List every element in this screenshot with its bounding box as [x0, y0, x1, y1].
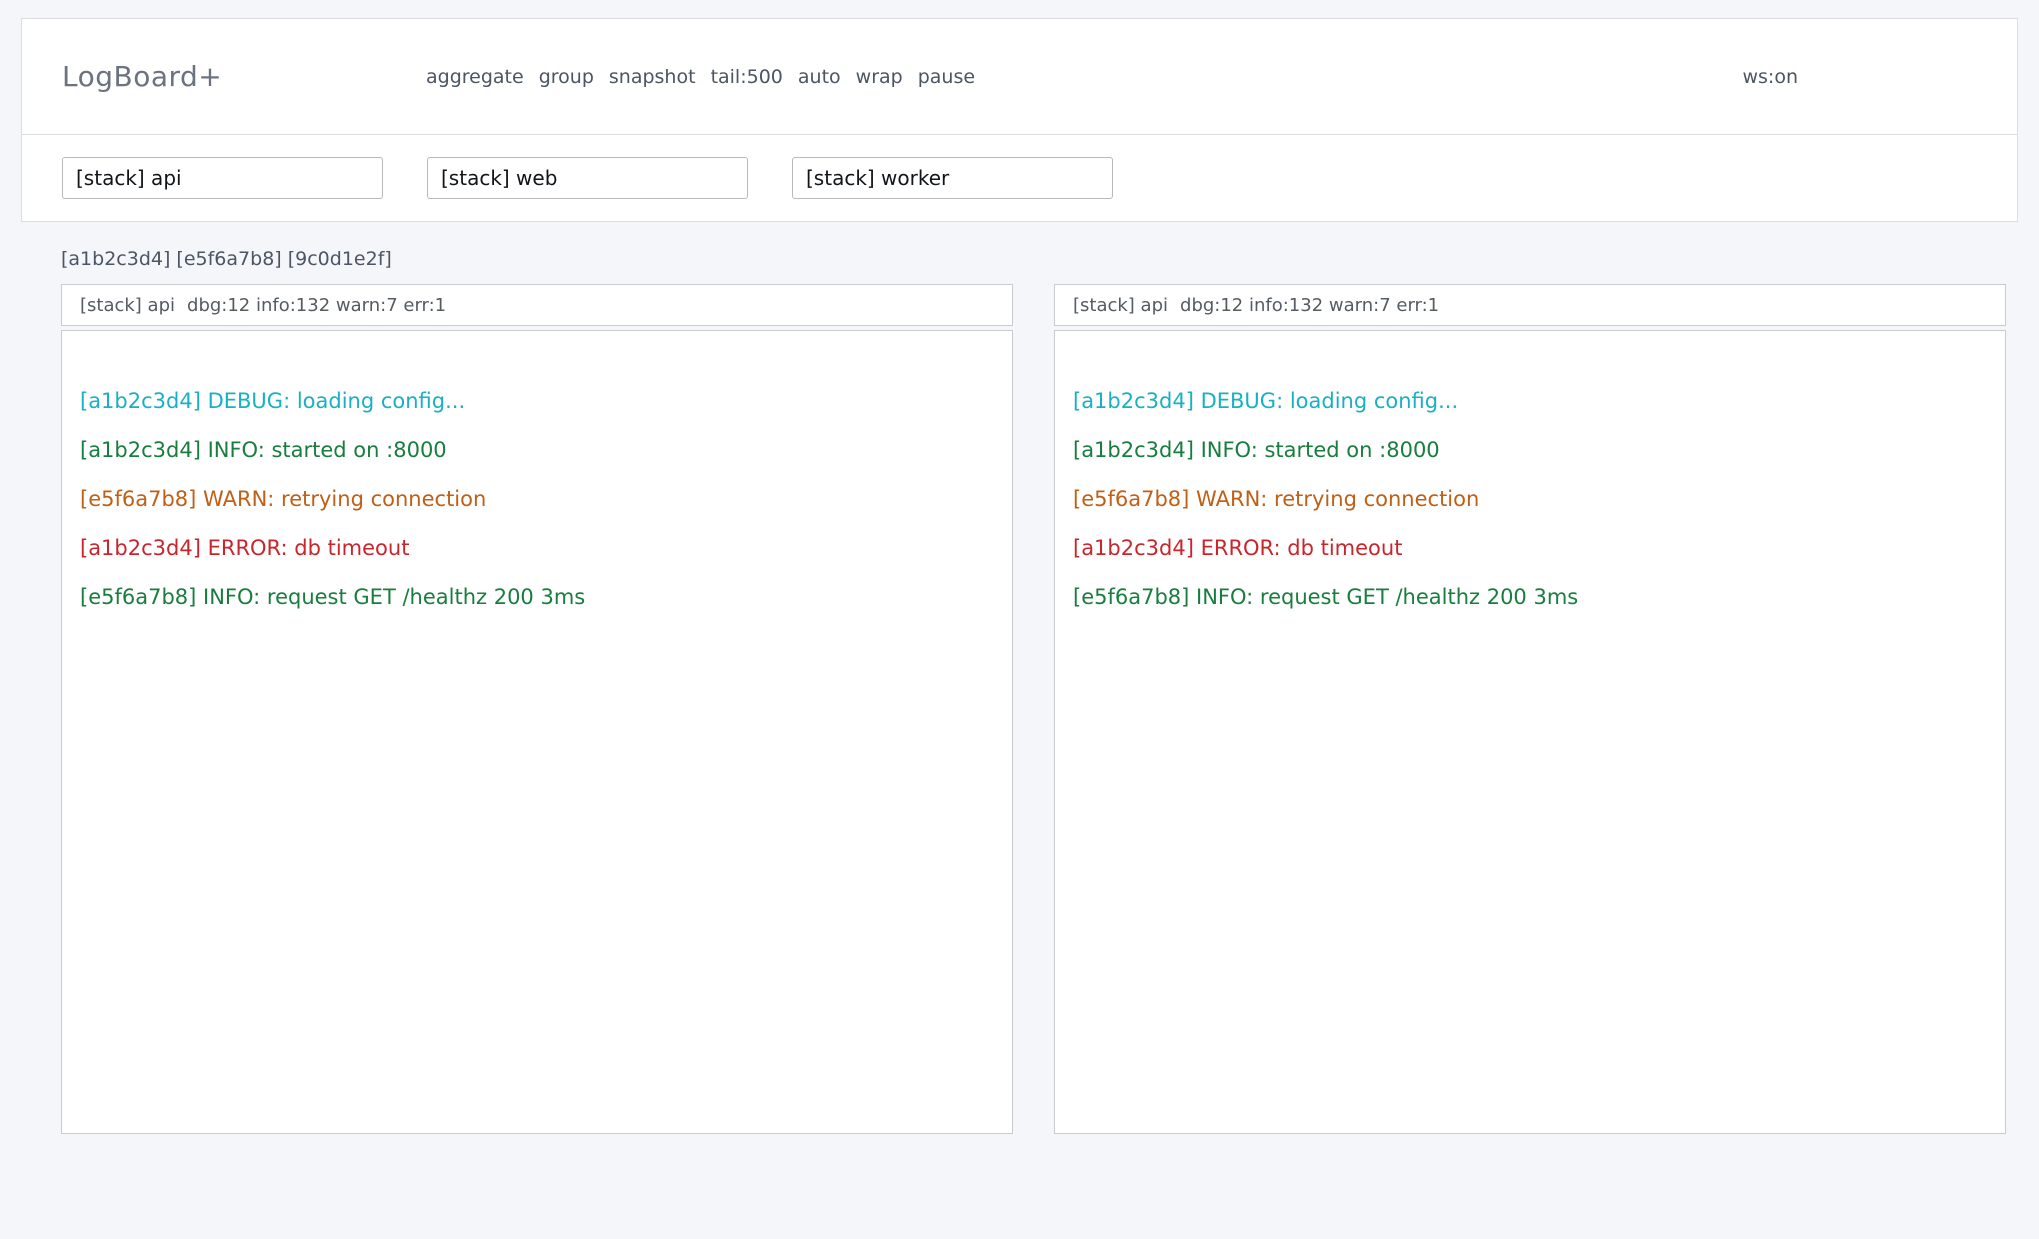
- stack-filter-input-api[interactable]: [62, 157, 383, 199]
- toolbar: aggregate group snapshot tail:500 auto w…: [426, 66, 975, 88]
- log-list[interactable]: [a1b2c3d4] DEBUG: loading config...[a1b2…: [61, 330, 1013, 1134]
- ws-status: ws:on: [1742, 66, 1798, 88]
- log-list[interactable]: [a1b2c3d4] DEBUG: loading config...[a1b2…: [1054, 330, 2006, 1134]
- log-line-info: [a1b2c3d4] INFO: started on :8000: [1073, 426, 1987, 475]
- log-line-info: [e5f6a7b8] INFO: request GET /healthz 20…: [80, 573, 994, 622]
- trace-tokens: [a1b2c3d4] [e5f6a7b8] [9c0d1e2f]: [21, 248, 2018, 270]
- stack-filter-input-worker[interactable]: [792, 157, 1113, 199]
- log-panels: [stack] api dbg:12 info:132 warn:7 err:1…: [21, 284, 2018, 1134]
- header: LogBoard+ aggregate group snapshot tail:…: [22, 19, 2017, 135]
- toolbar-item-pause[interactable]: pause: [918, 66, 975, 88]
- stack-filter-input-web[interactable]: [427, 157, 748, 199]
- panel-stack-label: [stack] api: [1073, 295, 1168, 316]
- log-line-error: [a1b2c3d4] ERROR: db timeout: [80, 524, 994, 573]
- log-line-debug: [a1b2c3d4] DEBUG: loading config...: [80, 377, 994, 426]
- logboard-app: LogBoard+ aggregate group snapshot tail:…: [0, 0, 2039, 1134]
- log-line-info: [a1b2c3d4] INFO: started on :8000: [80, 426, 994, 475]
- panel-stats: dbg:12 info:132 warn:7 err:1: [187, 295, 446, 316]
- panel-stats: dbg:12 info:132 warn:7 err:1: [1180, 295, 1439, 316]
- log-line-warn: [e5f6a7b8] WARN: retrying connection: [1073, 475, 1987, 524]
- log-line-warn: [e5f6a7b8] WARN: retrying connection: [80, 475, 994, 524]
- panel-stack-label: [stack] api: [80, 295, 175, 316]
- log-panel-right: [stack] api dbg:12 info:132 warn:7 err:1…: [1054, 284, 2006, 1134]
- log-panel-header: [stack] api dbg:12 info:132 warn:7 err:1: [1054, 284, 2006, 326]
- app-title: LogBoard+: [62, 60, 426, 93]
- log-line-info: [e5f6a7b8] INFO: request GET /healthz 20…: [1073, 573, 1987, 622]
- log-line-debug: [a1b2c3d4] DEBUG: loading config...: [1073, 377, 1987, 426]
- toolbar-item-snapshot[interactable]: snapshot: [609, 66, 696, 88]
- toolbar-item-aggregate[interactable]: aggregate: [426, 66, 524, 88]
- toolbar-item-group[interactable]: group: [539, 66, 594, 88]
- toolbar-item-auto[interactable]: auto: [798, 66, 841, 88]
- top-panel: LogBoard+ aggregate group snapshot tail:…: [21, 18, 2018, 222]
- toolbar-item-tail[interactable]: tail:500: [711, 66, 783, 88]
- log-line-error: [a1b2c3d4] ERROR: db timeout: [1073, 524, 1987, 573]
- log-panel-header: [stack] api dbg:12 info:132 warn:7 err:1: [61, 284, 1013, 326]
- toolbar-item-wrap[interactable]: wrap: [856, 66, 903, 88]
- log-panel-left: [stack] api dbg:12 info:132 warn:7 err:1…: [61, 284, 1013, 1134]
- filter-row: [22, 135, 2017, 221]
